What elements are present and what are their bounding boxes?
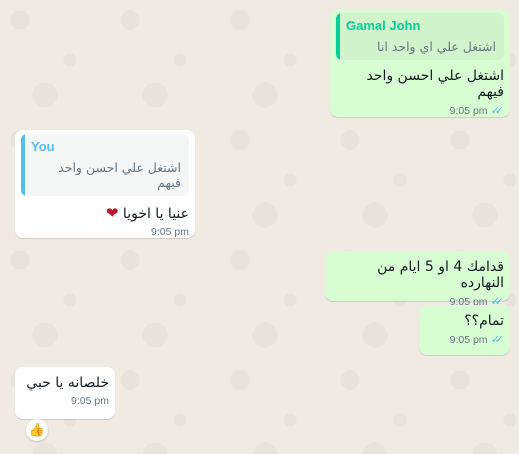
message-text: قدامك 4 او 5 ايام من النهارده: [377, 259, 504, 291]
quoted-message[interactable]: Gamal John اشتغل علي اي واحد انا: [336, 13, 504, 60]
message-bubble-incoming[interactable]: خلصانه يا حبي 9:05 pm: [15, 367, 115, 419]
quoted-message[interactable]: You اشتغل علي احسن واحد فيهم: [21, 134, 189, 196]
message-meta: 9:05 pm: [21, 226, 189, 238]
message-meta: 9:05 pm ✓✓: [336, 104, 505, 118]
message-bubble-outgoing[interactable]: قدامك 4 او 5 ايام من النهارده 9:05 pm ✓✓: [325, 251, 510, 308]
thumbs-up-reaction-icon[interactable]: 👍: [26, 419, 48, 441]
message-time: 9:05 pm: [71, 395, 109, 407]
message-text: عنيا يا اخويا ❤: [21, 204, 189, 222]
quoted-sender-name: Gamal John: [346, 18, 421, 33]
message-time: 9:05 pm: [151, 226, 189, 238]
quoted-sender-name: You: [31, 139, 55, 154]
double-check-icon: ✓✓: [490, 105, 505, 117]
message-meta: 9:05 pm: [21, 395, 109, 407]
message-text: تمام؟؟: [464, 313, 504, 329]
message-bubble-incoming[interactable]: You اشتغل علي احسن واحد فيهم عنيا يا اخو…: [15, 130, 195, 238]
message-bubble-outgoing[interactable]: تمام؟؟ 9:05 pm ✓✓: [419, 305, 510, 355]
heart-emoji-icon: ❤: [105, 204, 119, 222]
message-time: 9:05 pm: [449, 333, 488, 346]
message-text-content: عنيا يا اخويا: [122, 206, 189, 222]
quoted-message-text: اشتغل علي احسن واحد فيهم: [58, 160, 181, 190]
message-bubble-outgoing[interactable]: Gamal John اشتغل علي اي واحد انا اشتغل ع…: [330, 9, 510, 117]
double-check-icon: ✓✓: [490, 334, 505, 346]
message-text: اشتغل علي احسن واحد فيهم: [366, 68, 504, 100]
message-text: خلصانه يا حبي: [26, 375, 109, 391]
message-time: 9:05 pm: [449, 104, 488, 117]
message-meta: 9:05 pm ✓✓: [425, 333, 505, 347]
quoted-message-text: اشتغل علي اي واحد انا: [377, 39, 496, 54]
